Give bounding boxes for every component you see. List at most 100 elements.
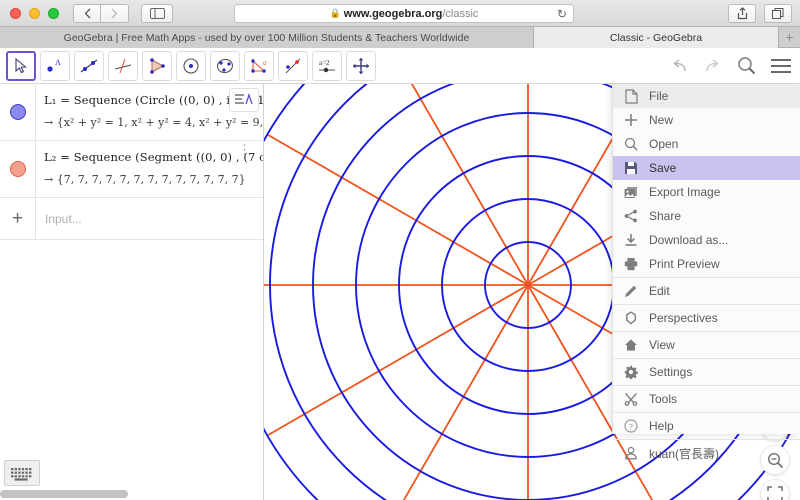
browser-toolbar: 🔒 www.geogebra.org/classic ↻ xyxy=(0,0,800,27)
url-bar[interactable]: 🔒 www.geogebra.org/classic ↻ xyxy=(234,4,574,23)
point-tool[interactable]: A xyxy=(40,50,70,81)
algebra-output: → {x² + y² = 1, x² + y² = 4, x² + y² = 9… xyxy=(44,116,263,129)
show-sidebar-button[interactable] xyxy=(141,3,173,23)
slider-icon: a=2 xyxy=(319,59,335,72)
menu-item-kuan[interactable]: kuan(官長壽) xyxy=(613,441,800,465)
undo-button[interactable] xyxy=(669,58,689,73)
polygon-icon xyxy=(150,57,165,74)
url-domain: www.geogebra.org xyxy=(343,7,443,20)
polar-spoke xyxy=(402,284,529,500)
visibility-marker[interactable] xyxy=(9,104,26,120)
forward-button[interactable] xyxy=(101,3,129,23)
circle-tool[interactable] xyxy=(176,50,206,81)
redo-button[interactable] xyxy=(703,58,723,73)
point-icon: A xyxy=(47,58,61,72)
url-text: www.geogebra.org/classic xyxy=(344,8,479,20)
algebra-row[interactable]: L₁ = Sequence (Circle ((0, 0) , i) , i, … xyxy=(0,84,263,141)
menu-separator xyxy=(613,304,800,305)
svg-text:?: ? xyxy=(629,421,633,431)
menu-item-label: View xyxy=(649,338,675,352)
menu-separator xyxy=(613,358,800,359)
menu-item-share[interactable]: Share xyxy=(613,204,800,228)
user-icon xyxy=(623,446,638,460)
move-cursor-icon xyxy=(15,57,27,73)
angle-tool[interactable]: α xyxy=(244,50,274,81)
visibility-marker[interactable] xyxy=(9,161,26,177)
close-window-button[interactable] xyxy=(10,7,21,19)
menu-separator xyxy=(613,412,800,413)
menu-item-label: Edit xyxy=(649,284,670,298)
polar-origin-point xyxy=(525,282,531,288)
browser-tab-bar: GeoGebra | Free Math Apps - used by over… xyxy=(0,27,800,48)
move-graphics-view-icon xyxy=(353,57,369,74)
app-window: 🔒 www.geogebra.org/classic ↻ GeoGebra | … xyxy=(0,0,800,500)
menu-item-label: kuan(官長壽) xyxy=(649,446,720,461)
menu-item-label: Tools xyxy=(649,392,678,406)
reflect-tool[interactable] xyxy=(278,50,308,81)
menu-item-print-preview[interactable]: Print Preview xyxy=(613,252,800,276)
printer-icon xyxy=(623,257,638,271)
tools-icon xyxy=(623,392,638,406)
add-input-icon[interactable]: + xyxy=(0,197,36,240)
tab-overview-button[interactable] xyxy=(764,4,792,23)
move-tool[interactable] xyxy=(6,50,36,81)
search-icon xyxy=(623,137,638,151)
menu-item-settings[interactable]: Settings xyxy=(613,360,800,384)
menu-item-view[interactable]: View xyxy=(613,333,800,357)
tab-geogebra-home[interactable]: GeoGebra | Free Math Apps - used by over… xyxy=(0,27,534,48)
help-icon: ? xyxy=(623,419,638,433)
search-button[interactable] xyxy=(737,56,756,75)
menu-item-edit[interactable]: Edit xyxy=(613,279,800,303)
polygon-tool[interactable] xyxy=(142,50,172,81)
back-button[interactable] xyxy=(73,3,101,23)
menu-item-export-image[interactable]: Export Image xyxy=(613,180,800,204)
window-traffic-lights xyxy=(10,7,59,19)
main-menu-dropdown: File New Open Save Export Image Share Download… xyxy=(612,84,800,461)
algebra-row-more-button[interactable]: ⋮ xyxy=(238,143,251,156)
perpendicular-line-tool[interactable] xyxy=(108,50,138,81)
virtual-keyboard-button[interactable] xyxy=(4,460,40,486)
menu-item-tools[interactable]: Tools xyxy=(613,387,800,411)
plus-icon xyxy=(623,113,638,127)
line-tool[interactable] xyxy=(74,50,104,81)
menu-item-help[interactable]: ? Help xyxy=(613,414,800,438)
menu-item-file[interactable]: File xyxy=(613,84,800,108)
main-menu-button[interactable] xyxy=(770,58,792,74)
reload-icon[interactable]: ↻ xyxy=(557,7,567,21)
algebra-input-row[interactable]: + Input... xyxy=(0,197,263,240)
perpendicular-line-icon xyxy=(114,58,132,73)
new-tab-button[interactable]: + xyxy=(779,27,800,47)
share-button[interactable] xyxy=(728,4,756,23)
slider-tool[interactable]: a=2 xyxy=(312,50,342,81)
home-icon xyxy=(623,338,638,352)
reflect-about-line-icon xyxy=(285,58,301,73)
menu-item-open[interactable]: Open xyxy=(613,132,800,156)
polar-spoke xyxy=(266,133,529,286)
menu-item-perspectives[interactable]: Perspectives xyxy=(613,306,800,330)
algebra-output: → {7, 7, 7, 7, 7, 7, 7, 7, 7, 7, 7, 7, 7… xyxy=(44,173,246,186)
back-chevron-icon xyxy=(84,8,90,18)
menu-item-label: Save xyxy=(649,161,677,175)
hamburger-menu-icon xyxy=(771,58,791,73)
menu-separator xyxy=(613,439,800,440)
menu-separator xyxy=(613,277,800,278)
menu-item-save[interactable]: Save xyxy=(613,156,800,180)
conic-tool[interactable] xyxy=(210,50,240,81)
fullscreen-icon xyxy=(767,486,783,500)
scrollbar-thumb[interactable] xyxy=(0,490,128,498)
menu-item-label: Share xyxy=(649,209,682,223)
algebra-input-field[interactable]: Input... xyxy=(36,212,82,226)
algebra-horizontal-scrollbar[interactable] xyxy=(0,490,252,498)
maximize-window-button[interactable] xyxy=(48,7,59,19)
algebra-row[interactable]: L₂ = Sequence (Segment ((0, 0) , (7 cos … xyxy=(0,141,263,198)
file-icon xyxy=(623,88,638,104)
move-graphics-tool[interactable] xyxy=(346,50,376,81)
navigation-buttons xyxy=(73,3,129,23)
menu-item-download-as[interactable]: Download as... xyxy=(613,228,800,252)
menu-item-new[interactable]: New xyxy=(613,108,800,132)
tab-classic-geogebra[interactable]: Classic - GeoGebra xyxy=(534,27,779,48)
menu-separator xyxy=(613,385,800,386)
minimize-window-button[interactable] xyxy=(29,7,40,19)
algebra-style-bar-button[interactable] xyxy=(229,88,259,112)
lock-icon: 🔒 xyxy=(329,8,341,18)
